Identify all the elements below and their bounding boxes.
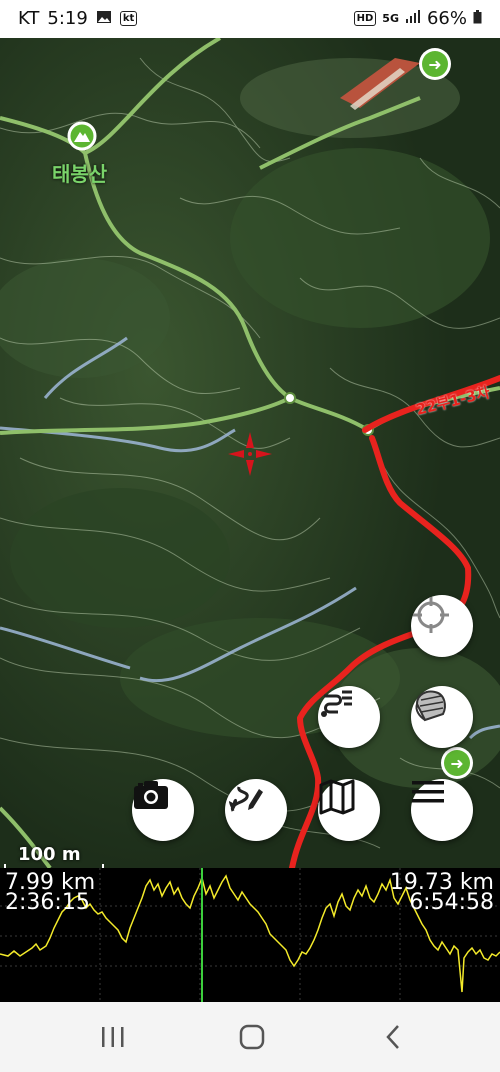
map-icon xyxy=(319,779,355,815)
back-button[interactable] xyxy=(363,1020,423,1054)
camera-button[interactable] xyxy=(132,779,194,841)
home-button[interactable] xyxy=(222,1020,282,1054)
elevation-profile[interactable]: 7.99 km 2:36:15 19.73 km 6:54:58 xyxy=(0,868,500,1002)
camera-icon xyxy=(134,781,168,809)
scale-label: 100 m xyxy=(18,844,81,865)
map-view[interactable]: 태봉산 22부1-3차 ➜ ➜ 100 m xyxy=(0,38,500,868)
arrow-right-icon: ➜ xyxy=(422,51,448,77)
menu-button[interactable] xyxy=(411,779,473,841)
system-nav-bar xyxy=(0,1002,500,1072)
recent-apps-icon xyxy=(102,1027,124,1047)
waypoint-arrow-top[interactable]: ➜ xyxy=(419,48,451,80)
battery-level: 66% xyxy=(426,8,467,29)
status-bar: KT 5:19 kt HD 5G 66% xyxy=(0,0,500,38)
map-layers-icon xyxy=(415,690,446,722)
recent-apps-button[interactable] xyxy=(83,1020,143,1054)
waypoint-arrow-bottom[interactable]: ➜ xyxy=(441,747,473,779)
clock: 5:19 xyxy=(47,8,88,29)
profile-right-time: 6:54:58 xyxy=(409,890,494,915)
signal-icon xyxy=(405,8,421,29)
draw-route-icon xyxy=(229,786,263,812)
map-layers-button[interactable] xyxy=(411,686,473,748)
hd-badge: HD xyxy=(353,11,377,26)
network-type: 5G xyxy=(382,12,399,25)
peak-label: 태봉산 xyxy=(52,162,108,186)
crosshair-icon xyxy=(413,597,449,633)
carrier-label: KT xyxy=(18,8,40,29)
arrow-right-icon: ➜ xyxy=(444,750,470,776)
map-button[interactable] xyxy=(318,779,380,841)
battery-icon xyxy=(473,8,482,29)
kt-badge: kt xyxy=(119,11,138,26)
gallery-icon xyxy=(96,8,112,29)
route-list-icon xyxy=(321,690,352,717)
profile-left-time: 2:36:15 xyxy=(5,890,90,915)
track-list-button[interactable] xyxy=(318,686,380,748)
back-icon xyxy=(386,1025,399,1049)
locate-button[interactable] xyxy=(411,595,473,657)
draw-route-button[interactable] xyxy=(225,779,287,841)
menu-icon xyxy=(412,781,444,803)
home-icon xyxy=(239,1024,265,1050)
